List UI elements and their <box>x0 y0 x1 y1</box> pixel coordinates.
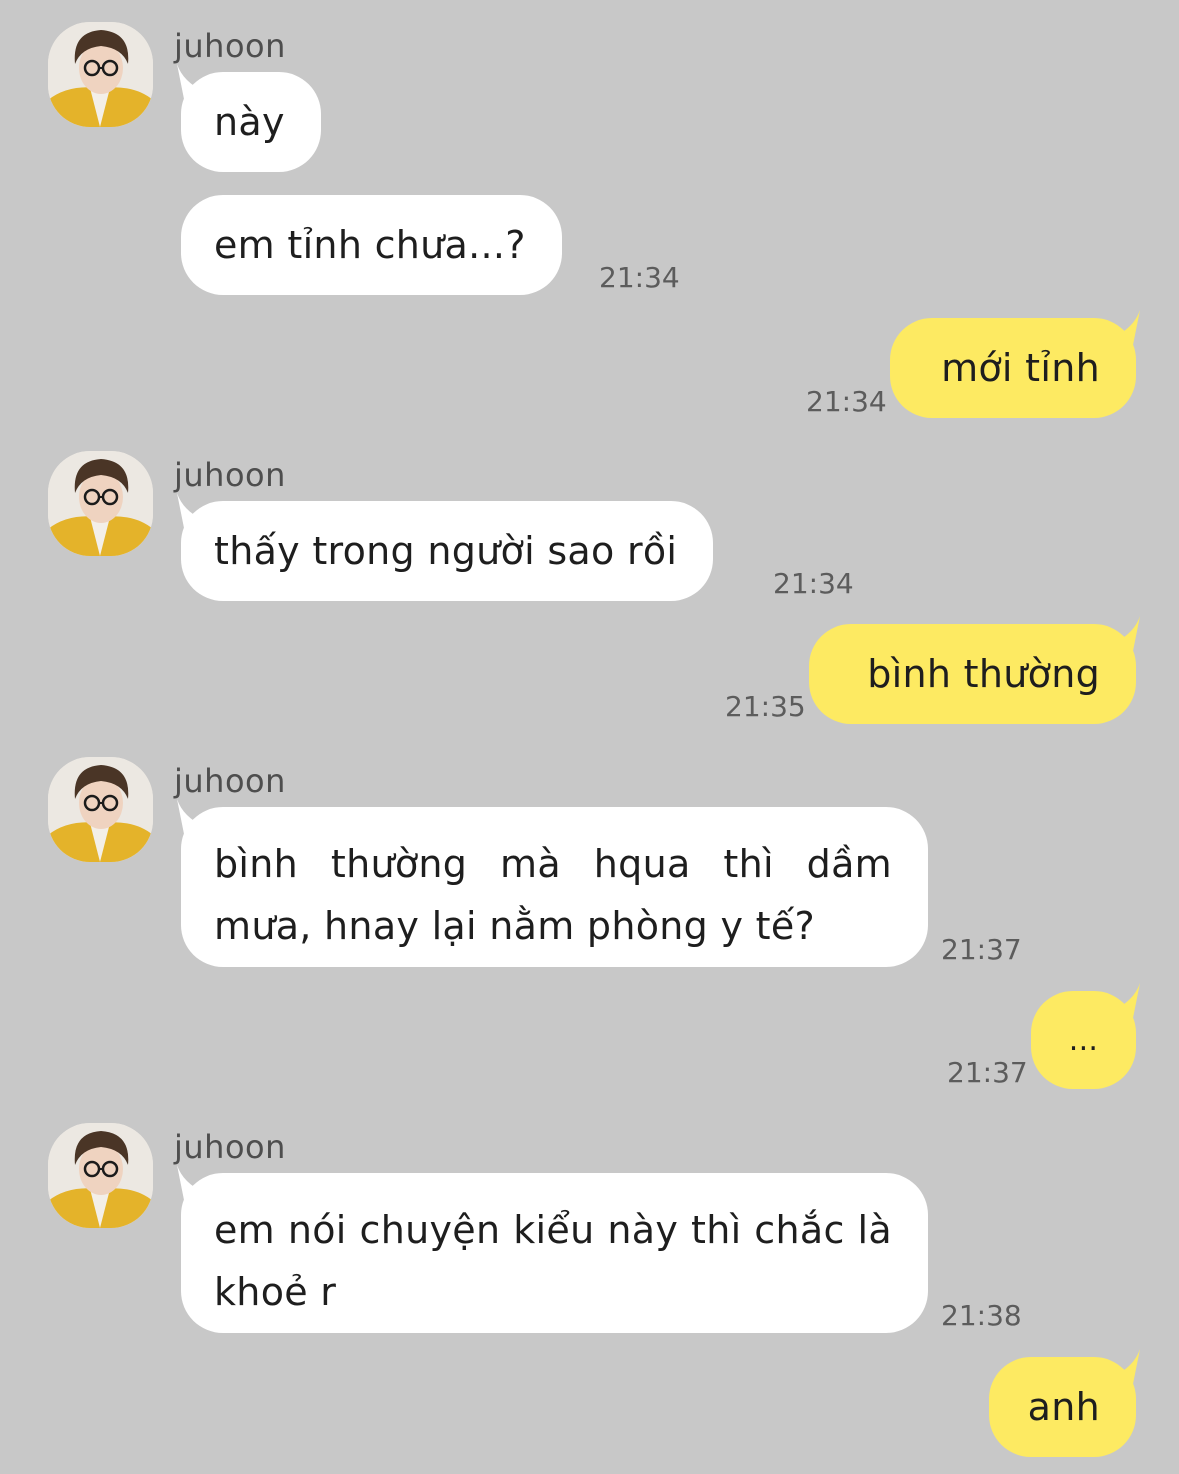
message-bubble-incoming[interactable]: bình thường mà hqua thì dầm mưa, hnay lạ… <box>177 799 928 967</box>
message-bubble-incoming[interactable]: em tỉnh chưa...? <box>181 195 562 295</box>
contact-avatar[interactable] <box>48 757 153 862</box>
message-timestamp: 21:34 <box>773 567 854 600</box>
contact-avatar[interactable] <box>48 1123 153 1228</box>
message-timestamp: 21:35 <box>725 690 806 723</box>
avatar-photo <box>48 22 153 127</box>
message-timestamp: 21:37 <box>947 1056 1028 1089</box>
message-bubble-outgoing[interactable]: anh <box>989 1349 1140 1457</box>
message-timestamp: 21:34 <box>806 385 887 418</box>
message-bubble-outgoing[interactable]: bình thường <box>809 616 1140 724</box>
message-bubble-incoming[interactable]: này <box>177 64 321 172</box>
sender-name: juhoon <box>174 456 286 494</box>
message-text: anh <box>1027 1385 1100 1429</box>
message-bubble-incoming[interactable]: em nói chuyện kiểu này thì chắc là khoẻ … <box>177 1165 928 1333</box>
message-timestamp: 21:37 <box>941 933 1022 966</box>
sender-name: juhoon <box>174 762 286 800</box>
bubble-tail <box>177 64 209 104</box>
message-bubble-outgoing[interactable]: mới tỉnh <box>890 310 1140 418</box>
avatar-photo <box>48 451 153 556</box>
message-text: bình thường mà hqua thì dầm mưa, hnay lạ… <box>214 842 905 948</box>
message-text: bình thường <box>867 652 1100 696</box>
message-bubble-outgoing[interactable]: ... <box>1031 983 1140 1089</box>
message-text: này <box>214 100 285 144</box>
avatar-photo <box>48 1123 153 1228</box>
message-text: thấy trong người sao rồi <box>214 529 678 573</box>
bubble-tail <box>1108 983 1140 1023</box>
sender-name: juhoon <box>174 27 286 65</box>
message-text: em tỉnh chưa...? <box>214 223 526 267</box>
bubble-tail <box>1108 616 1140 656</box>
bubble-tail <box>1108 310 1140 350</box>
bubble-tail <box>177 1165 209 1205</box>
message-text: em nói chuyện kiểu này thì chắc là khoẻ … <box>214 1208 905 1314</box>
avatar-photo <box>48 757 153 862</box>
contact-avatar[interactable] <box>48 451 153 556</box>
message-text: ... <box>1068 1022 1099 1058</box>
bubble-tail <box>177 493 209 533</box>
contact-avatar[interactable] <box>48 22 153 127</box>
message-bubble-incoming[interactable]: thấy trong người sao rồi <box>177 493 714 601</box>
bubble-tail <box>177 799 209 839</box>
sender-name: juhoon <box>174 1128 286 1166</box>
bubble-tail <box>1108 1349 1140 1389</box>
chat-thread[interactable]: juhoon này em tỉnh chưa...? 21:34 mới tỉ… <box>0 0 1179 1474</box>
message-timestamp: 21:34 <box>599 261 680 294</box>
message-timestamp: 21:38 <box>941 1299 1022 1332</box>
message-text: mới tỉnh <box>941 346 1100 390</box>
